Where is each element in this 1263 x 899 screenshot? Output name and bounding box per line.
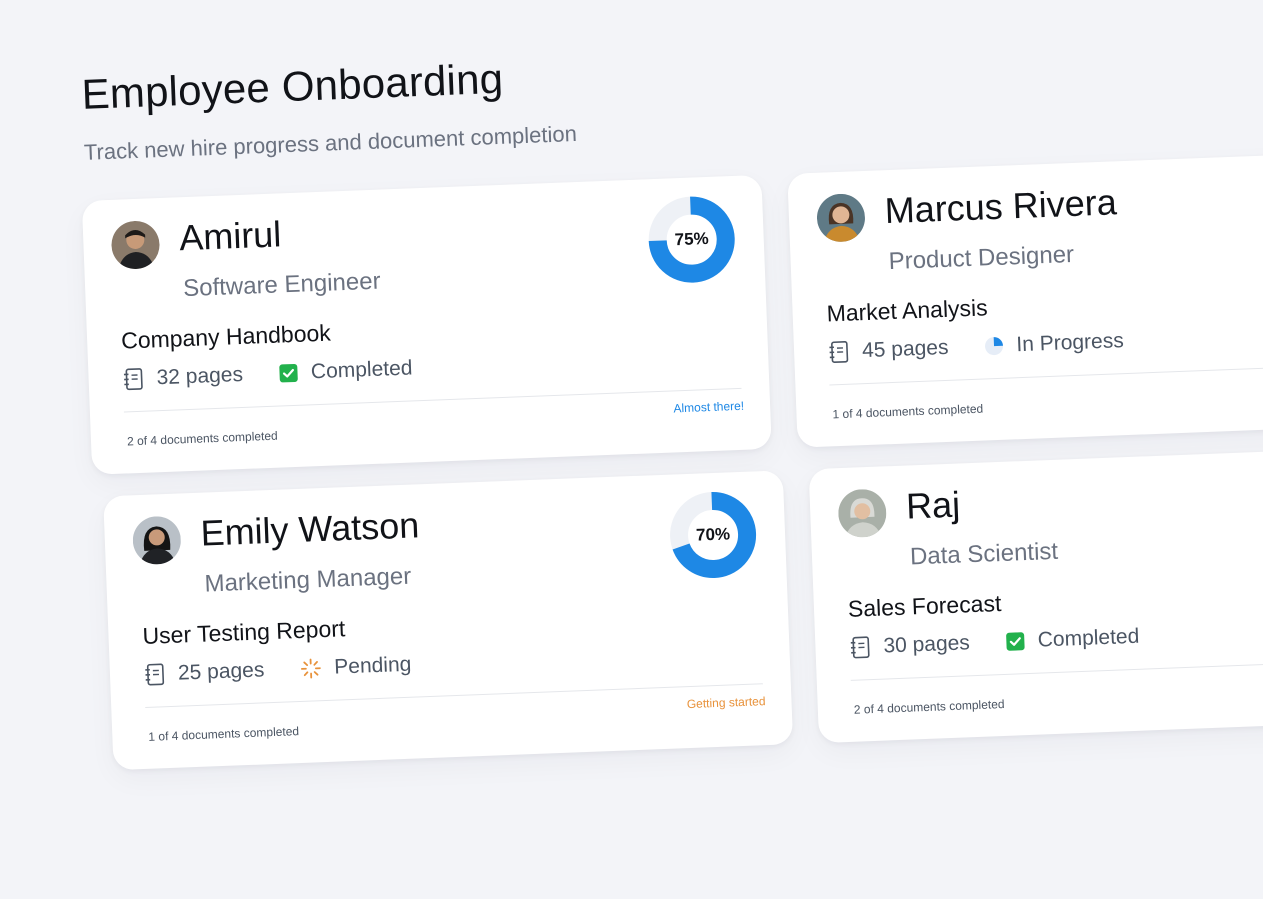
status-label: Completed [310,356,412,384]
divider [124,388,742,413]
notebook-icon [144,662,167,687]
document-meta: 32 pages Completed [122,356,413,391]
avatar [111,220,161,270]
checkbox-checked-icon [279,363,300,384]
employee-card-emily-watson[interactable]: Emily Watson Marketing Manager 70% User … [103,470,793,770]
document-meta: 25 pages [144,653,412,687]
notebook-icon [849,635,872,660]
page-count-label: 45 pages [862,336,949,363]
document-title[interactable]: Company Handbook [121,320,332,355]
status-indicator: Completed [1005,625,1139,654]
divider [145,683,763,708]
avatar-photo-icon [132,515,182,565]
employee-card-raj[interactable]: Raj Data Scientist Sales Forecast 30 pag… [809,443,1263,743]
document-meta: 30 pages Completed [849,625,1140,660]
page-count: 32 pages [122,363,243,392]
progress-percent: 70% [667,489,758,580]
avatar-photo-icon [837,488,887,538]
pie-progress-icon [984,336,1005,357]
status-label: In Progress [1016,329,1124,357]
divider [851,656,1263,681]
progress-note: Getting started [687,694,766,711]
progress-percent: 75% [646,194,737,285]
notebook-icon [828,340,851,365]
employee-role: Data Scientist [910,538,1059,572]
employee-name: Marcus Rivera [884,181,1118,232]
progress-ring: 70% [667,489,758,580]
document-title[interactable]: Market Analysis [826,294,988,327]
documents-completed: 1 of 4 documents completed [832,402,983,422]
page-title: Employee Onboarding [81,55,504,119]
avatar [837,488,887,538]
document-title[interactable]: User Testing Report [142,615,346,650]
onboarding-stage: Employee Onboarding Track new hire progr… [0,0,1263,899]
status-label: Pending [334,653,412,680]
employee-name: Amirul [178,213,282,259]
employee-card-amirul[interactable]: Amirul Software Engineer 75% Company Han… [82,175,772,475]
employee-name: Raj [905,484,961,528]
page-count: 45 pages [828,336,949,365]
divider [829,361,1263,386]
status-indicator: In Progress [984,329,1124,358]
avatar-photo-icon [816,193,866,243]
avatar-photo-icon [111,220,161,270]
employee-role: Software Engineer [183,268,381,304]
notebook-icon [122,367,145,392]
employee-card-marcus-rivera[interactable]: Marcus Rivera Product Designer Market An… [787,148,1263,448]
documents-completed: 1 of 4 documents completed [148,724,299,744]
document-meta: 45 pages In Progress [828,329,1125,364]
avatar [816,193,866,243]
page-count-label: 30 pages [883,631,970,658]
page-count: 25 pages [144,658,265,687]
employee-role: Marketing Manager [204,563,412,599]
page-subtitle: Track new hire progress and document com… [83,121,577,166]
documents-completed: 2 of 4 documents completed [127,429,278,449]
progress-note: Almost there! [673,399,744,416]
employee-role: Product Designer [888,241,1074,276]
document-title[interactable]: Sales Forecast [848,590,1002,623]
progress-ring: 75% [646,194,737,285]
checkbox-checked-icon [1005,631,1026,652]
status-label: Completed [1037,625,1139,653]
status-indicator: Completed [279,356,413,385]
page-count-label: 32 pages [156,363,243,390]
avatar [132,515,182,565]
loading-spinner-icon [300,657,323,680]
employee-name: Emily Watson [200,504,420,554]
documents-completed: 2 of 4 documents completed [854,697,1005,717]
status-indicator: Pending [300,653,412,681]
page-count-label: 25 pages [178,658,265,685]
page-count: 30 pages [849,631,970,660]
